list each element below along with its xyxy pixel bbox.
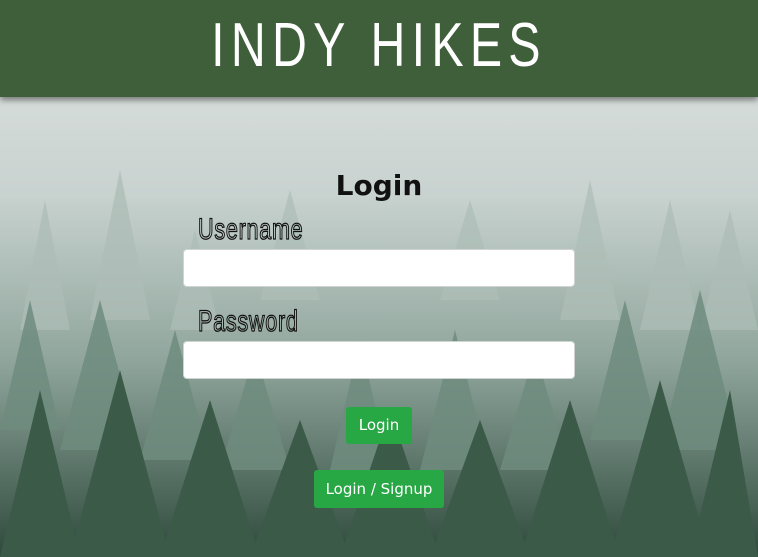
password-label: Password — [198, 304, 299, 338]
login-form: Login Username Password Login Login / Si… — [0, 97, 758, 557]
site-logo[interactable]: INDY HIKES — [83, 14, 674, 78]
username-input[interactable] — [183, 249, 575, 287]
username-label: Username — [198, 212, 304, 246]
login-signup-button[interactable]: Login / Signup — [314, 470, 444, 508]
site-header: INDY HIKES — [0, 0, 758, 97]
login-button[interactable]: Login — [346, 407, 412, 444]
login-title: Login — [335, 169, 423, 202]
password-input[interactable] — [183, 341, 575, 379]
page: INDY HIKES Login Username Password Login… — [0, 0, 758, 557]
